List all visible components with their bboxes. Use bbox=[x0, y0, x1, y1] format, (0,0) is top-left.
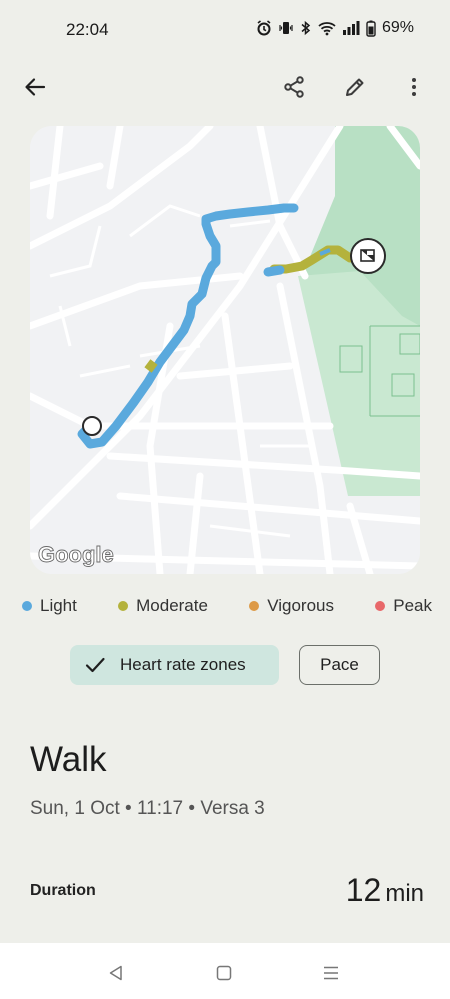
activity-title: Walk bbox=[30, 740, 107, 779]
top-app-bar bbox=[0, 60, 450, 116]
pace-chip[interactable]: Pace bbox=[299, 645, 380, 685]
alarm-icon bbox=[257, 20, 271, 36]
bluetooth-icon bbox=[301, 20, 311, 36]
battery-percent: 69% bbox=[381, 19, 414, 36]
battery-icon bbox=[366, 20, 376, 37]
nav-recents-button[interactable] bbox=[319, 961, 343, 985]
nav-back-button[interactable] bbox=[104, 961, 128, 985]
nav-home-button[interactable] bbox=[212, 961, 236, 985]
back-button[interactable] bbox=[15, 67, 55, 107]
edit-button[interactable] bbox=[335, 67, 375, 107]
duration-value: 12 min bbox=[346, 872, 424, 909]
light-dot-icon bbox=[22, 601, 32, 611]
legend-label: Peak bbox=[393, 596, 432, 615]
legend-item-light: Light bbox=[22, 596, 77, 616]
moderate-dot-icon bbox=[118, 601, 129, 611]
vibrate-icon bbox=[279, 22, 293, 34]
system-nav-bar bbox=[0, 943, 450, 999]
legend-item-moderate: Moderate bbox=[118, 596, 208, 616]
duration-unit: min bbox=[385, 880, 424, 907]
finish-flag-icon bbox=[350, 238, 386, 274]
peak-dot-icon bbox=[375, 601, 386, 611]
square-home-icon bbox=[216, 965, 232, 981]
duration-number: 12 bbox=[345, 872, 382, 908]
pencil-icon bbox=[346, 78, 364, 96]
route-map[interactable]: Google bbox=[30, 126, 420, 574]
chip-label: Heart rate zones bbox=[120, 655, 246, 674]
triangle-back-icon bbox=[109, 965, 122, 981]
check-icon bbox=[85, 657, 105, 673]
duration-label: Duration bbox=[30, 882, 96, 899]
share-icon bbox=[284, 76, 304, 98]
legend-label: Vigorous bbox=[267, 596, 334, 615]
legend-item-vigorous: Vigorous bbox=[249, 596, 334, 616]
status-icons: 69% bbox=[256, 19, 414, 37]
legend-item-peak: Peak bbox=[375, 596, 432, 616]
menu-lines-icon bbox=[324, 966, 338, 980]
status-bar: 22:04 69% bbox=[0, 0, 450, 60]
zone-legend: Light Moderate Vigorous Peak bbox=[22, 596, 432, 616]
wifi-icon bbox=[318, 22, 336, 36]
more-options-button[interactable] bbox=[394, 67, 434, 107]
more-vert-icon bbox=[412, 78, 416, 96]
activity-subtitle: Sun, 1 Oct • 11:17 • Versa 3 bbox=[30, 798, 265, 819]
legend-label: Light bbox=[40, 596, 77, 615]
chip-label: Pace bbox=[320, 655, 359, 674]
signal-icon bbox=[342, 21, 360, 35]
legend-label: Moderate bbox=[136, 596, 208, 615]
share-button[interactable] bbox=[274, 67, 314, 107]
map-canvas: Google bbox=[30, 126, 420, 574]
vigorous-dot-icon bbox=[249, 601, 260, 611]
heart-rate-zones-chip[interactable]: Heart rate zones bbox=[70, 645, 279, 685]
status-time: 22:04 bbox=[66, 20, 109, 39]
back-arrow-icon bbox=[25, 78, 46, 96]
google-attribution: Google bbox=[38, 542, 114, 567]
start-marker bbox=[82, 416, 102, 436]
